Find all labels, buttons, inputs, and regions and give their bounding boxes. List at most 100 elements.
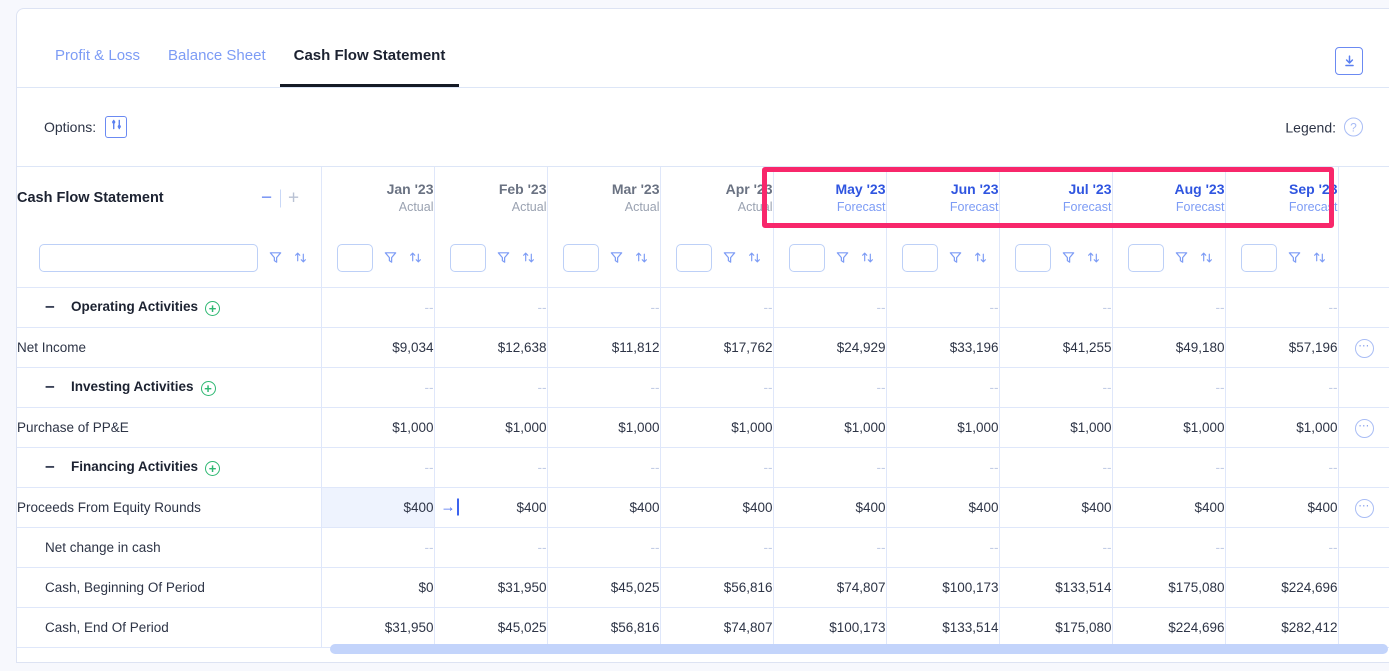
cell-value[interactable]: -- [434, 287, 547, 327]
cell-value[interactable]: $100,173 [773, 607, 886, 647]
cell-value[interactable]: $175,080 [999, 607, 1112, 647]
table-row[interactable]: Cash, End Of Period $31,950 $45,025 $56,… [17, 607, 1389, 647]
cell-value[interactable]: $400 [1225, 487, 1338, 527]
cell-value[interactable]: -- [660, 447, 773, 487]
column-filter-input[interactable] [789, 244, 825, 272]
cell-value[interactable]: -- [1225, 527, 1338, 567]
cell-value[interactable]: $1,000 [1112, 407, 1225, 447]
row-label[interactable]: Net change in cash [17, 527, 321, 567]
cell-value[interactable]: -- [1112, 527, 1225, 567]
column-filter-input[interactable] [676, 244, 712, 272]
column-filter-input[interactable] [1128, 244, 1164, 272]
funnel-filter-icon[interactable] [1174, 250, 1189, 265]
cell-value[interactable]: $400 [999, 487, 1112, 527]
sort-arrows-icon[interactable] [973, 250, 988, 265]
row-label[interactable]: Net Income [17, 327, 321, 367]
cell-value[interactable]: $224,696 [1225, 567, 1338, 607]
grid-container[interactable]: Cash Flow Statement − + Jan '23 Actual F… [17, 167, 1389, 663]
tab-cash-flow-statement[interactable]: Cash Flow Statement [280, 48, 460, 87]
cell-value[interactable]: $45,025 [434, 607, 547, 647]
cell-value[interactable]: -- [1112, 287, 1225, 327]
column-header-may[interactable]: May '23 Forecast [773, 167, 886, 229]
cell-value[interactable]: $56,816 [660, 567, 773, 607]
funnel-filter-icon[interactable] [496, 250, 511, 265]
cell-value[interactable]: $175,080 [1112, 567, 1225, 607]
more-options-icon[interactable]: ⋯ [1355, 499, 1374, 518]
plus-circle-icon[interactable]: + [205, 461, 220, 476]
cell-value[interactable]: $133,514 [886, 607, 999, 647]
sort-arrows-icon[interactable] [860, 250, 875, 265]
cell-value[interactable]: $11,812 [547, 327, 660, 367]
cell-value[interactable]: -- [434, 447, 547, 487]
column-header-sep[interactable]: Sep '23 Forecast [1225, 167, 1338, 229]
sort-arrows-icon[interactable] [408, 250, 423, 265]
horizontal-scrollbar[interactable] [17, 644, 1388, 654]
cell-value[interactable]: -- [547, 447, 660, 487]
funnel-filter-icon[interactable] [948, 250, 963, 265]
minus-icon[interactable]: − [45, 299, 55, 316]
cell-value[interactable]: -- [434, 527, 547, 567]
tab-profit-and-loss[interactable]: Profit & Loss [41, 48, 154, 87]
cell-value[interactable]: $1,000 [434, 407, 547, 447]
cell-value[interactable]: -- [886, 527, 999, 567]
cell-value[interactable]: $24,929 [773, 327, 886, 367]
funnel-filter-icon[interactable] [722, 250, 737, 265]
cell-value[interactable]: $74,807 [773, 567, 886, 607]
plus-circle-icon[interactable]: + [201, 381, 216, 396]
tab-balance-sheet[interactable]: Balance Sheet [154, 48, 280, 87]
table-row[interactable]: Net Income $9,034 $12,638 $11,812 $17,76… [17, 327, 1389, 367]
cell-value[interactable]: -- [773, 447, 886, 487]
cell-value[interactable]: $400 [773, 487, 886, 527]
cell-value[interactable]: $1,000 [999, 407, 1112, 447]
cell-value[interactable]: $45,025 [547, 567, 660, 607]
cell-value[interactable]: -- [886, 447, 999, 487]
minus-icon[interactable]: − [45, 379, 55, 396]
column-filter-input[interactable] [1015, 244, 1051, 272]
sort-arrows-icon[interactable] [1086, 250, 1101, 265]
cell-value[interactable]: $282,412 [1225, 607, 1338, 647]
cell-value[interactable]: -- [660, 527, 773, 567]
column-header-aug[interactable]: Aug '23 Forecast [1112, 167, 1225, 229]
cell-value[interactable]: $74,807 [660, 607, 773, 647]
column-filter-input[interactable] [1241, 244, 1277, 272]
row-label-cell[interactable]: − Operating Activities+ [17, 287, 321, 327]
funnel-filter-icon[interactable] [609, 250, 624, 265]
table-row[interactable]: − Financing Activities+ -- -- -- -- -- -… [17, 447, 1389, 487]
download-button[interactable] [1335, 47, 1363, 75]
column-header-jun[interactable]: Jun '23 Forecast [886, 167, 999, 229]
funnel-filter-icon[interactable] [835, 250, 850, 265]
cell-value[interactable]: -- [321, 287, 434, 327]
question-mark-icon[interactable]: ? [1344, 118, 1363, 137]
cell-value[interactable]: -- [321, 447, 434, 487]
column-header-jan[interactable]: Jan '23 Actual [321, 167, 434, 229]
column-header-apr[interactable]: Apr '23 Actual [660, 167, 773, 229]
funnel-filter-icon[interactable] [1287, 250, 1302, 265]
cell-value-selected[interactable]: $400 [321, 487, 434, 527]
table-row[interactable]: Cash, Beginning Of Period $0 $31,950 $45… [17, 567, 1389, 607]
funnel-filter-icon[interactable] [268, 250, 283, 265]
cell-value[interactable]: $400 [660, 487, 773, 527]
column-filter-input[interactable] [450, 244, 486, 272]
sort-arrows-icon[interactable] [1199, 250, 1214, 265]
plus-circle-icon[interactable]: + [205, 301, 220, 316]
table-row[interactable]: Purchase of PP&E $1,000 $1,000 $1,000 $1… [17, 407, 1389, 447]
cell-value[interactable]: $31,950 [321, 607, 434, 647]
column-header-jul[interactable]: Jul '23 Forecast [999, 167, 1112, 229]
cell-value[interactable]: -- [1225, 287, 1338, 327]
cell-value[interactable]: -- [1112, 367, 1225, 407]
cell-value[interactable]: $17,762 [660, 327, 773, 367]
cell-value[interactable]: -- [773, 527, 886, 567]
row-label-cell[interactable]: − Financing Activities+ [17, 447, 321, 487]
cell-value[interactable]: $1,000 [886, 407, 999, 447]
cell-value[interactable]: -- [321, 527, 434, 567]
minus-icon[interactable]: − [45, 459, 55, 476]
cell-value[interactable]: -- [1112, 447, 1225, 487]
cell-value[interactable]: -- [999, 367, 1112, 407]
column-filter-input[interactable] [337, 244, 373, 272]
cell-value[interactable]: -- [434, 367, 547, 407]
sort-arrows-icon[interactable] [747, 250, 762, 265]
cell-value[interactable]: $12,638 [434, 327, 547, 367]
cell-value[interactable]: $1,000 [321, 407, 434, 447]
cell-value[interactable]: $100,173 [886, 567, 999, 607]
cell-value[interactable]: $224,696 [1112, 607, 1225, 647]
